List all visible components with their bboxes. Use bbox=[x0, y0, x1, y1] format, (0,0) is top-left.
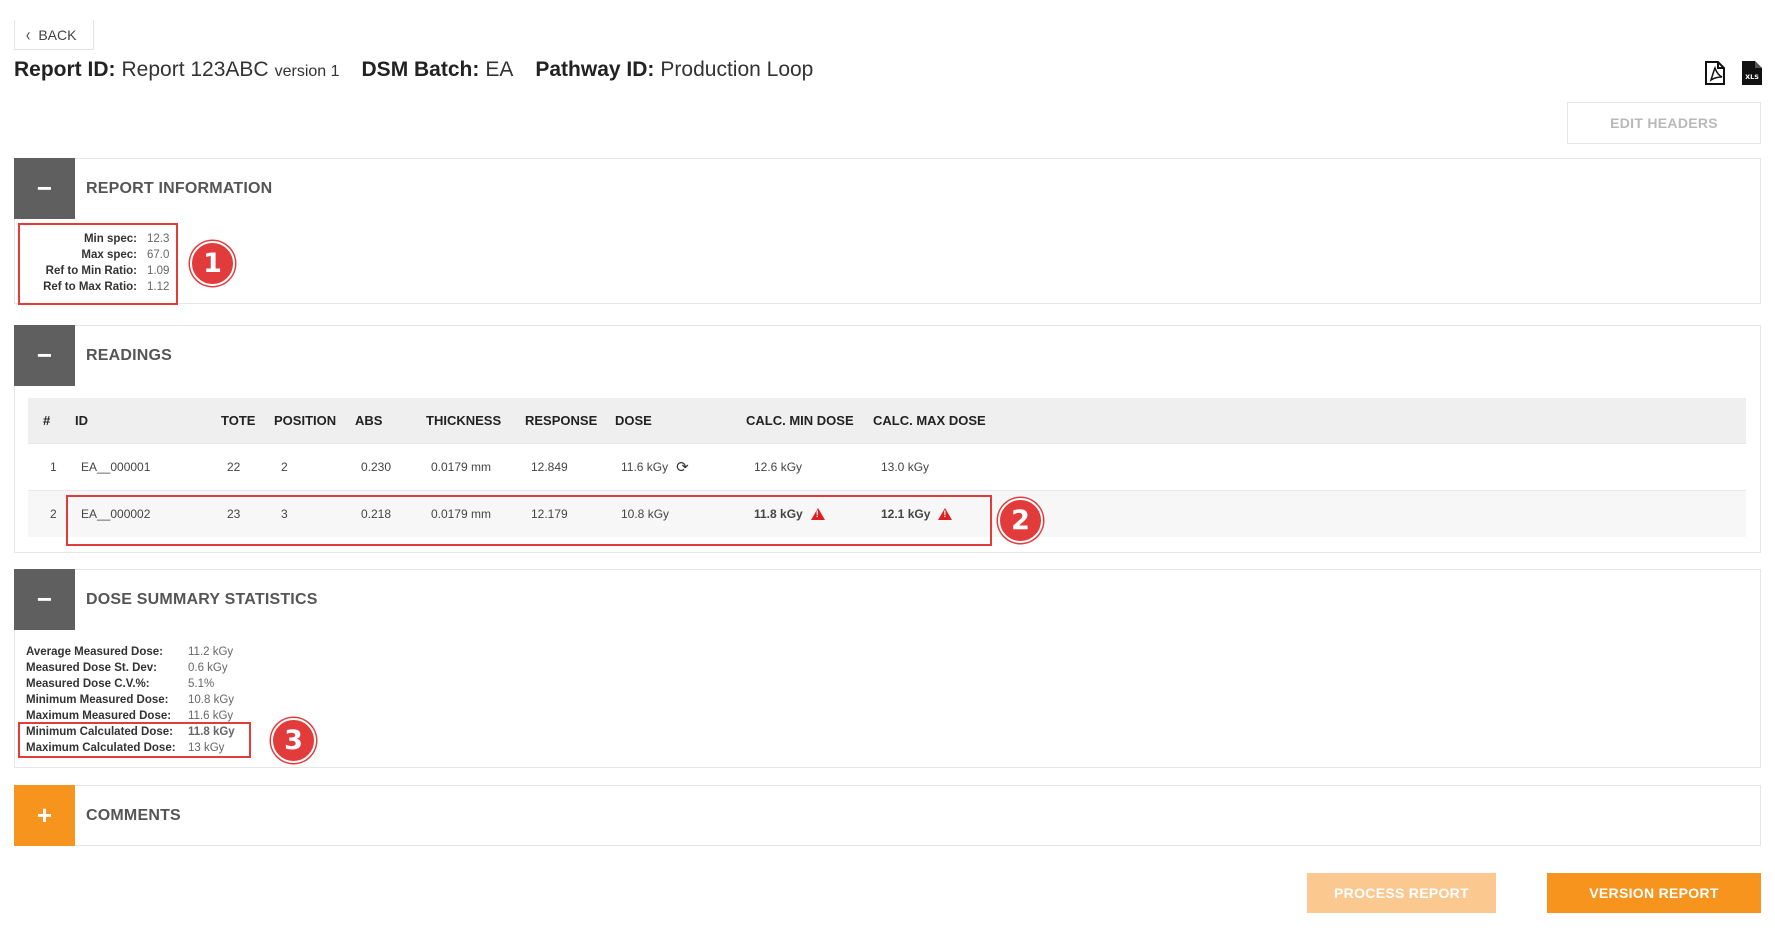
annotation-badge-3: 3 bbox=[271, 718, 316, 763]
table-row[interactable]: 1 EA__000001 22 2 0.230 0.0179 mm 12.849… bbox=[28, 443, 1746, 490]
collapse-report-information-button[interactable]: − bbox=[14, 158, 75, 219]
report-information-panel: − REPORT INFORMATION Min spec: 12.3 Max s… bbox=[14, 158, 1761, 305]
list-item: Minimum Measured Dose: 10.8 kGy bbox=[26, 692, 235, 708]
readings-title: READINGS bbox=[86, 347, 173, 364]
row-thickness: 0.0179 mm bbox=[431, 460, 492, 474]
col-calc-min-dose: CALC. MIN DOSE bbox=[746, 413, 854, 428]
annotation-box-2 bbox=[66, 495, 992, 546]
dsm-batch-value: EA bbox=[485, 58, 514, 81]
report-id-label: Report ID: bbox=[14, 58, 116, 81]
avg-measured-dose-value: 11.2 kGy bbox=[188, 646, 234, 658]
process-report-button[interactable]: PROCESS REPORT bbox=[1307, 873, 1496, 913]
annotation-badge-2: 2 bbox=[998, 498, 1043, 543]
pdf-export-icon[interactable] bbox=[1704, 60, 1728, 86]
measured-dose-cv-label: Measured Dose C.V.%: bbox=[26, 678, 150, 690]
row-dose: 11.6 kGy ⟳ bbox=[621, 444, 689, 490]
comments-panel: + COMMENTS bbox=[14, 785, 1761, 846]
pathway-id-label: Pathway ID: bbox=[535, 58, 655, 81]
refresh-icon[interactable]: ⟳ bbox=[676, 458, 689, 476]
readings-panel: − READINGS # ID TOTE POSITION ABS THICKN… bbox=[14, 325, 1761, 553]
collapse-readings-button[interactable]: − bbox=[14, 325, 75, 386]
table-header: # ID TOTE POSITION ABS THICKNESS RESPONS… bbox=[28, 398, 1746, 443]
expand-comments-button[interactable]: + bbox=[14, 785, 75, 846]
measured-dose-stdev-value: 0.6 kGy bbox=[188, 662, 228, 674]
list-item: Measured Dose C.V.%: 5.1% bbox=[26, 676, 235, 692]
measured-dose-stdev-label: Measured Dose St. Dev: bbox=[26, 662, 158, 674]
dsm-batch-label: DSM Batch: bbox=[361, 58, 480, 81]
report-information-title: REPORT INFORMATION bbox=[86, 180, 273, 197]
row-response: 12.849 bbox=[531, 460, 568, 474]
row-position: 2 bbox=[281, 460, 288, 474]
xls-export-icon[interactable]: XLS bbox=[1741, 60, 1763, 86]
pathway-id-value: Production Loop bbox=[660, 58, 814, 81]
col-response: RESPONSE bbox=[525, 413, 598, 428]
dose-value: 11.6 kGy bbox=[621, 460, 669, 474]
row-tote: 22 bbox=[227, 460, 241, 474]
measured-dose-cv-value: 5.1% bbox=[188, 678, 215, 690]
annotation-box-3 bbox=[18, 722, 251, 758]
min-measured-dose-value: 10.8 kGy bbox=[188, 694, 235, 706]
version-report-button[interactable]: VERSION REPORT bbox=[1547, 873, 1761, 913]
report-version: version 1 bbox=[274, 63, 340, 80]
col-id: ID bbox=[75, 413, 88, 428]
back-button[interactable]: ‹ BACK bbox=[14, 20, 94, 50]
annotation-badge-1: 1 bbox=[190, 241, 235, 286]
dose-summary-panel: − DOSE SUMMARY STATISTICS Average Measur… bbox=[14, 569, 1761, 768]
min-measured-dose-label: Minimum Measured Dose: bbox=[26, 694, 169, 706]
report-id-value: Report 123ABC bbox=[121, 58, 269, 81]
back-label: BACK bbox=[38, 26, 77, 43]
list-item: Average Measured Dose: 11.2 kGy bbox=[26, 644, 235, 660]
chevron-left-icon: ‹ bbox=[26, 24, 31, 45]
row-abs: 0.230 bbox=[361, 460, 392, 474]
row-num: 1 bbox=[50, 460, 57, 474]
comments-title: COMMENTS bbox=[86, 807, 181, 824]
report-header: Report ID: Report 123ABC version 1 DSM Bat… bbox=[14, 58, 835, 86]
col-position: POSITION bbox=[274, 413, 337, 428]
list-item: Measured Dose St. Dev: 0.6 kGy bbox=[26, 660, 235, 676]
annotation-box-1 bbox=[18, 223, 178, 305]
row-calc-max: 13.0 kGy bbox=[881, 460, 930, 474]
row-calc-min: 12.6 kGy bbox=[754, 460, 803, 474]
col-thickness: THICKNESS bbox=[426, 413, 502, 428]
col-abs: ABS bbox=[355, 413, 383, 428]
col-calc-max-dose: CALC. MAX DOSE bbox=[873, 413, 986, 428]
col-dose: DOSE bbox=[615, 413, 652, 428]
avg-measured-dose-label: Average Measured Dose: bbox=[26, 646, 163, 658]
row-id: EA__000001 bbox=[81, 460, 151, 474]
row-num: 2 bbox=[50, 507, 57, 521]
col-num: # bbox=[43, 413, 51, 428]
edit-headers-button[interactable]: EDIT HEADERS bbox=[1567, 102, 1761, 144]
col-tote: TOTE bbox=[221, 413, 256, 428]
dose-summary-title: DOSE SUMMARY STATISTICS bbox=[86, 591, 318, 608]
xls-icon-label: XLS bbox=[1745, 73, 1759, 81]
collapse-dose-summary-button[interactable]: − bbox=[14, 569, 75, 630]
